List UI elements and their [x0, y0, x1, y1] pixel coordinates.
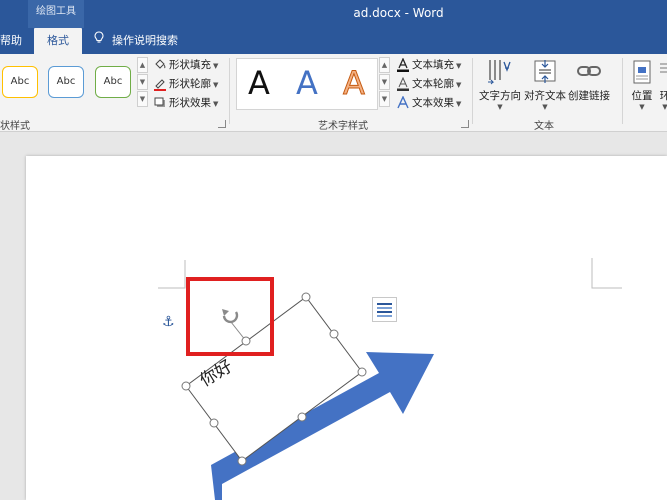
shape-effects-button[interactable]: 形状效果 ▼	[153, 94, 218, 112]
text-fill-button[interactable]: 文本填充 ▼	[396, 56, 461, 74]
position-button[interactable]: 位置 ▼	[627, 58, 657, 111]
document-title: ad.docx - Word	[353, 6, 444, 20]
document-background	[0, 132, 667, 156]
chevron-down-icon: ▼	[497, 103, 503, 111]
chevron-down-icon: ▼	[456, 81, 462, 89]
shape-styles-group-label: 状样式	[0, 121, 30, 132]
wordart-styles-launcher[interactable]	[461, 120, 469, 128]
shape-style-label-1: Abc	[10, 76, 30, 87]
chevron-down-icon: ▼	[542, 103, 548, 111]
pen-outline-icon	[153, 77, 167, 91]
ribbon-separator	[472, 58, 473, 124]
position-icon	[631, 58, 653, 86]
create-link-label: 创建链接	[568, 90, 610, 102]
shape-outline-label: 形状轮廓	[169, 78, 211, 90]
text-group-label: 文本	[534, 121, 554, 132]
chevron-down-icon: ▼	[639, 103, 645, 111]
text-fill-icon	[396, 57, 410, 72]
document-page[interactable]	[26, 156, 667, 500]
shape-style-item-3[interactable]: Abc	[95, 66, 131, 98]
tell-me-label: 操作说明搜索	[112, 34, 178, 47]
text-effects-label: 文本效果	[412, 97, 454, 109]
anchor-icon: ⚓	[162, 314, 175, 330]
align-text-icon	[532, 58, 558, 86]
text-direction-icon	[485, 58, 515, 86]
wrap-text-icon	[658, 58, 667, 86]
text-outline-button[interactable]: 文本轮廓 ▼	[396, 75, 461, 93]
shape-effects-icon	[153, 96, 167, 110]
wordart-style-item-2[interactable]: A	[289, 65, 325, 101]
align-text-button[interactable]: 对齐文本 ▼	[523, 58, 567, 111]
tab-help[interactable]: 帮助	[0, 28, 24, 54]
shape-style-label-3: Abc	[103, 76, 123, 87]
chevron-down-icon: ▼	[213, 62, 219, 70]
lightbulb-icon	[92, 28, 106, 54]
shape-gallery-more[interactable]: ▼	[137, 91, 148, 107]
shape-effects-label: 形状效果	[169, 97, 211, 109]
position-label: 位置	[631, 90, 653, 102]
chevron-down-icon: ▼	[213, 81, 219, 89]
text-effects-icon	[396, 95, 410, 110]
wordart-style-item-3[interactable]: A	[336, 65, 372, 102]
shape-styles-launcher[interactable]	[218, 120, 226, 128]
wrap-text-label: 环	[659, 90, 667, 102]
ribbon-separator	[622, 58, 623, 124]
wordart-gallery-scroll-down[interactable]: ▼	[379, 74, 390, 90]
wordart-gallery: A A A	[236, 58, 378, 110]
chevron-down-icon: ▼	[456, 62, 462, 70]
chevron-down-icon: ▼	[662, 103, 667, 111]
text-direction-label: 文字方向	[479, 90, 521, 102]
text-fill-label: 文本填充	[412, 59, 454, 71]
wordart-style-item-1[interactable]: A	[241, 65, 277, 101]
title-bar: 绘图工具 ad.docx - Word	[0, 0, 667, 28]
shape-gallery-scroll-down[interactable]: ▼	[137, 74, 148, 90]
ribbon-separator	[229, 58, 230, 124]
shape-style-label-2: Abc	[56, 76, 76, 87]
tab-format[interactable]: 格式	[34, 28, 82, 54]
create-link-button[interactable]: 创建链接	[567, 58, 611, 103]
window-title: ad.docx - Word	[0, 0, 667, 28]
shape-outline-button[interactable]: 形状轮廓 ▼	[153, 75, 218, 93]
ribbon-tab-row: 帮助 格式 操作说明搜索	[0, 28, 667, 54]
wordart-styles-group-label: 艺术字样式	[318, 121, 368, 132]
shape-fill-label: 形状填充	[169, 59, 211, 71]
shape-style-item-2[interactable]: Abc	[48, 66, 84, 98]
text-outline-label: 文本轮廓	[412, 78, 454, 90]
shape-fill-button[interactable]: 形状填充 ▼	[153, 56, 218, 74]
chevron-down-icon: ▼	[213, 100, 219, 108]
tell-me-search[interactable]: 操作说明搜索	[92, 28, 212, 54]
paint-bucket-icon	[153, 58, 167, 72]
layout-options-button[interactable]	[372, 297, 397, 322]
wordart-gallery-scroll-up[interactable]: ▲	[379, 57, 390, 73]
shape-style-item-1[interactable]: Abc	[2, 66, 38, 98]
shape-gallery-scroll-up[interactable]: ▲	[137, 57, 148, 73]
text-outline-icon	[396, 76, 410, 91]
chain-link-icon	[576, 58, 602, 86]
align-text-label: 对齐文本	[524, 90, 566, 102]
text-effects-button[interactable]: 文本效果 ▼	[396, 94, 461, 112]
wordart-gallery-more[interactable]: ▼	[379, 91, 390, 107]
text-direction-button[interactable]: 文字方向 ▼	[478, 58, 522, 111]
wrap-text-button[interactable]: 环 ▼	[658, 58, 667, 111]
chevron-down-icon: ▼	[456, 100, 462, 108]
